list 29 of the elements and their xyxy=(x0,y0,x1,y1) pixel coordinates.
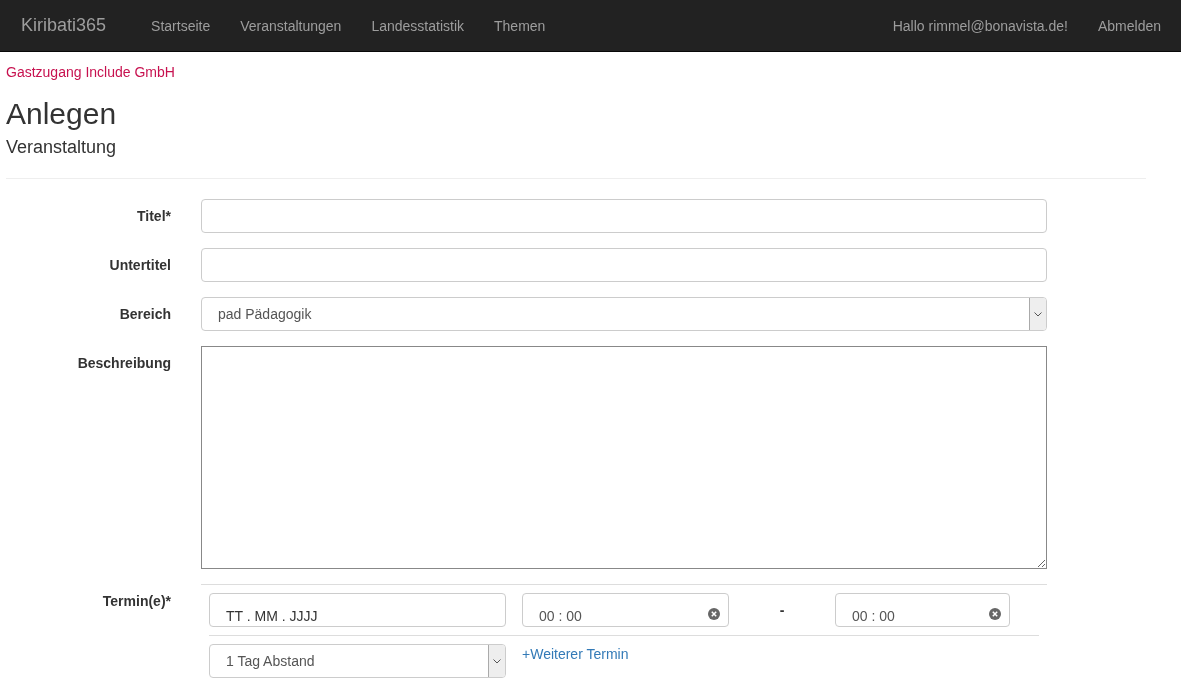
time-field[interactable]: 00 : 00 xyxy=(835,593,1010,627)
page-subheading: Veranstaltung xyxy=(6,137,118,158)
text-field[interactable] xyxy=(201,248,1047,282)
caret-icon xyxy=(1034,311,1042,317)
field-label: Titel* xyxy=(136,207,171,226)
select-field[interactable]: 1 Tag Abstand xyxy=(209,644,506,678)
account-text: Gastzugang Include GmbH xyxy=(6,64,176,80)
field-label: Bereich xyxy=(118,305,171,324)
field-label: Untertitel xyxy=(108,256,171,275)
nav-link[interactable]: Themen xyxy=(479,2,561,49)
field-label: Beschreibung xyxy=(76,354,171,373)
page-heading: Anlegen xyxy=(6,97,118,130)
field-label: Termin(e)* xyxy=(101,592,171,611)
greeting-text: Hallo rimmel@bonavista.de! xyxy=(891,16,1069,36)
brand-link[interactable]: Kiribati365 xyxy=(6,0,122,51)
date-field[interactable]: TT . MM . JJJJ xyxy=(209,593,506,627)
caret-icon xyxy=(493,658,501,664)
nav-link[interactable]: Landesstatistik xyxy=(356,2,479,49)
nav-link[interactable]: Startseite xyxy=(136,2,226,49)
select-field[interactable]: pad Pädagogik xyxy=(201,297,1047,331)
logout-link[interactable]: Abmelden xyxy=(1082,2,1176,49)
clear-icon[interactable] xyxy=(989,608,1001,620)
add-date-link[interactable]: +Weiterer Termin xyxy=(522,646,629,662)
nav-link[interactable]: Veranstaltungen xyxy=(225,2,357,49)
separator-text: - xyxy=(778,602,786,618)
clear-icon[interactable] xyxy=(708,608,720,620)
time-field[interactable]: 00 : 00 xyxy=(522,593,729,627)
text-field[interactable] xyxy=(201,199,1047,233)
textarea-field[interactable] xyxy=(201,346,1047,569)
